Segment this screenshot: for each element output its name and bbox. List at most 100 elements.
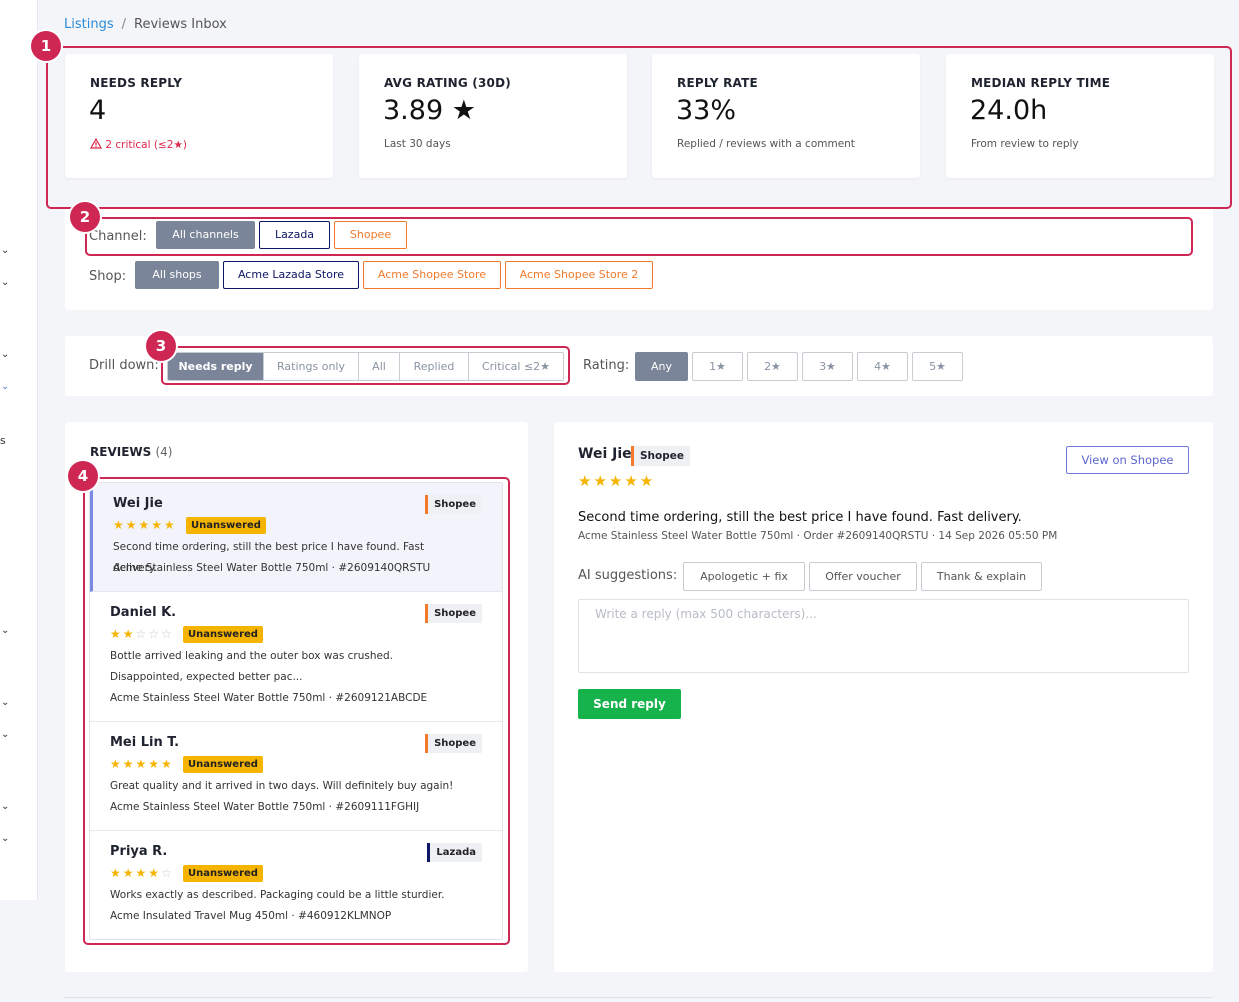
reviewer-name: Priya R. [110,844,168,859]
kpi-value: 33% [676,95,737,126]
reviewer-name: Daniel K. [110,605,177,620]
ai-suggestion-thank-explain[interactable]: Thank & explain [921,562,1042,591]
rating-any[interactable]: Any [635,352,688,381]
kpi-value: 3.89 ★ [383,95,476,126]
review-text: Great quality and it arrived in two days… [110,780,454,792]
drilldown-label: Drill down: [89,358,159,373]
chevron-down-icon[interactable]: ⌄ [1,350,9,360]
rating-1-star[interactable]: 1★ [692,352,743,381]
detail-review-meta: Acme Stainless Steel Water Bottle 750ml … [578,530,1058,542]
annotation-number-3: 3 [146,331,176,361]
annotation-number-4: 4 [68,461,98,491]
critical-count-text: 2 critical (≤2★) [105,139,187,151]
divider [64,997,1213,998]
ai-suggestions-label: AI suggestions: [578,568,678,583]
ai-suggestion-apologetic[interactable]: Apologetic + fix [683,562,805,591]
drilldown-needs-reply[interactable]: Needs reply [168,353,264,380]
rating-4-star[interactable]: 4★ [857,352,908,381]
chevron-down-icon[interactable]: ⌄ [1,698,9,708]
reviews-heading: REVIEWS (4) [90,445,172,459]
chevron-down-icon[interactable]: ⌄ [1,278,9,288]
drilldown-ratings-only[interactable]: Ratings only [264,353,359,380]
reviews-title: REVIEWS [90,445,152,459]
channel-label: Channel: [89,229,147,244]
status-badge: Unanswered [183,626,263,643]
review-list-item[interactable]: Daniel K. ★★☆☆☆ Unanswered Bottle arrive… [90,592,502,722]
review-list-item[interactable]: Priya R. ★★★★☆ Unanswered Works exactly … [90,831,502,939]
reviews-count: (4) [155,445,173,459]
ai-suggestion-offer-voucher[interactable]: Offer voucher [809,562,917,591]
shop-chip-all[interactable]: All shops [135,261,219,289]
rating-label: Rating: [583,358,630,373]
rating-3-star[interactable]: 3★ [802,352,853,381]
chevron-down-icon[interactable]: ⌄ [1,802,9,812]
status-badge: Unanswered [183,865,263,882]
review-list-item[interactable]: Wei Jie ★★★★★ Unanswered Second time ord… [90,483,502,592]
breadcrumb-separator: / [121,17,126,32]
review-product: Acme Stainless Steel Water Bottle 750ml … [113,562,431,574]
drilldown-all[interactable]: All [359,353,400,380]
detail-review-text: Second time ordering, still the best pri… [578,510,1022,525]
channel-tag: Lazada [427,843,482,862]
drilldown-replied[interactable]: Replied [400,353,469,380]
drilldown-critical[interactable]: Critical ≤2★ [469,353,563,380]
sidebar-label-fragment: s [0,434,6,447]
channel-tag: Shopee [425,734,482,753]
star-rating: ★★★★★ [110,757,174,771]
star-rating: ★★★★☆ [110,866,174,880]
chevron-down-icon[interactable]: ⌄ [1,626,9,636]
left-sidebar: ⌄ ⌄ ⌄ ⌄ s ⌄ ⌄ ⌄ ⌄ ⌄ [0,0,38,900]
review-text: Bottle arrived leaking and the outer box… [110,650,393,683]
kpi-reply-rate-card: REPLY RATE 33% Replied / reviews with a … [652,54,920,178]
kpi-label: NEEDS REPLY [90,76,183,90]
review-product: Acme Insulated Travel Mug 450ml · #46091… [110,910,392,922]
breadcrumb: Listings / Reviews Inbox [64,17,227,32]
kpi-sub: From review to reply [971,138,1079,150]
status-badge: Unanswered [186,517,266,534]
kpi-median-reply-time-card: MEDIAN REPLY TIME 24.0h From review to r… [946,54,1214,178]
review-list-item[interactable]: Mei Lin T. ★★★★★ Unanswered Great qualit… [90,722,502,831]
kpi-avg-rating-card: AVG RATING (30D) 3.89 ★ Last 30 days [359,54,627,178]
channel-tag: Shopee [425,495,482,514]
breadcrumb-listings-link[interactable]: Listings [64,17,114,32]
reviewer-name: Wei Jie [113,496,163,511]
chevron-down-icon[interactable]: ⌄ [1,834,9,844]
kpi-sub: 2 critical (≤2★) [89,137,187,151]
kpi-needs-reply-card: NEEDS REPLY 4 2 critical (≤2★) [65,54,333,178]
drilldown-segmented-control: Needs reply Ratings only All Replied Cri… [167,352,564,381]
status-badge: Unanswered [183,756,263,773]
shop-chip-acme-shopee-2[interactable]: Acme Shopee Store 2 [505,261,653,289]
reply-textarea[interactable] [578,599,1189,673]
detail-channel-tag: Shopee [631,446,691,466]
star-rating: ★★★★★ [113,518,177,532]
warning-triangle-icon [89,137,103,149]
detail-star-rating: ★★★★★ [578,472,656,490]
rating-2-star[interactable]: 2★ [747,352,798,381]
breadcrumb-current: Reviews Inbox [134,17,227,32]
kpi-sub: Last 30 days [384,138,451,150]
kpi-label: AVG RATING (30D) [384,76,511,90]
review-product: Acme Stainless Steel Water Bottle 750ml … [110,801,420,813]
channel-chip-all[interactable]: All channels [156,221,255,249]
channel-tag: Shopee [425,604,482,623]
reviews-list: Wei Jie ★★★★★ Unanswered Second time ord… [89,482,503,940]
channel-chip-lazada[interactable]: Lazada [259,221,330,249]
kpi-label: MEDIAN REPLY TIME [971,76,1111,90]
channel-chip-shopee[interactable]: Shopee [334,221,407,249]
shop-chip-acme-lazada[interactable]: Acme Lazada Store [223,261,359,289]
chevron-down-icon[interactable]: ⌄ [1,246,9,256]
reviewer-name: Mei Lin T. [110,735,180,750]
kpi-label: REPLY RATE [677,76,758,90]
rating-5-star[interactable]: 5★ [912,352,963,381]
review-product: Acme Stainless Steel Water Bottle 750ml … [110,692,428,704]
view-on-shopee-button[interactable]: View on Shopee [1066,446,1189,474]
kpi-sub: Replied / reviews with a comment [677,138,855,150]
kpi-value: 4 [89,95,107,126]
send-reply-button[interactable]: Send reply [578,689,681,719]
review-text: Works exactly as described. Packaging co… [110,889,445,901]
shop-chip-acme-shopee[interactable]: Acme Shopee Store [363,261,501,289]
star-rating: ★★☆☆☆ [110,627,174,641]
annotation-number-2: 2 [70,202,100,232]
chevron-down-icon[interactable]: ⌄ [1,382,9,392]
chevron-down-icon[interactable]: ⌄ [1,730,9,740]
